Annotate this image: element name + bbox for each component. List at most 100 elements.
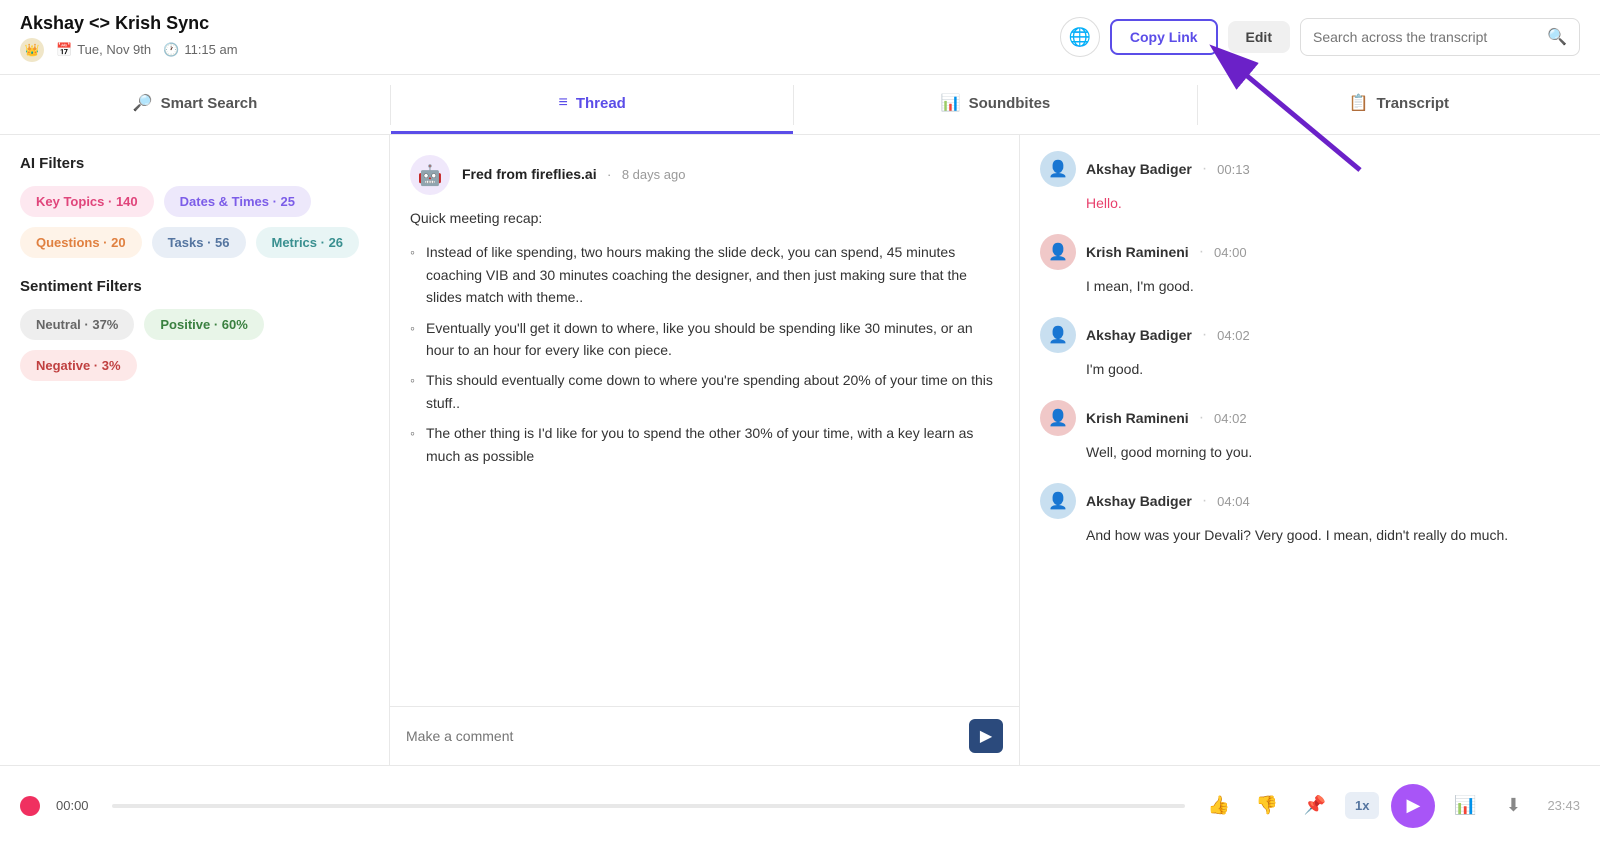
filter-chip-tasks[interactable]: Tasks · 56 — [152, 227, 246, 258]
transcript-time-0: 00:13 — [1217, 162, 1250, 177]
tab-thread[interactable]: ≡ Thread — [391, 75, 793, 134]
ai-filters-title: AI Filters — [20, 155, 369, 172]
transcript-panel: 👤 Akshay Badiger · 00:13 Hello. 👤 Krish … — [1020, 135, 1600, 765]
download-button[interactable]: ⬇ — [1495, 788, 1531, 824]
thumbs-down-button[interactable]: 👎 — [1249, 788, 1285, 824]
transcript-time-4: 04:04 — [1217, 494, 1250, 509]
thumbs-up-button[interactable]: 👍 — [1201, 788, 1237, 824]
time-start: 00:00 — [56, 798, 96, 813]
edit-button[interactable]: Edit — [1228, 21, 1290, 53]
transcript-header-1: 👤 Krish Ramineni · 04:00 — [1040, 234, 1580, 270]
left-panel: AI Filters Key Topics · 140 Dates & Time… — [0, 135, 390, 765]
speed-button[interactable]: 1x — [1345, 792, 1379, 819]
message-author-block: Fred from fireflies.ai · 8 days ago — [462, 166, 685, 184]
time-label: 11:15 am — [184, 42, 237, 57]
main-content: AI Filters Key Topics · 140 Dates & Time… — [0, 135, 1600, 765]
play-button[interactable]: ▶ — [1391, 784, 1435, 828]
sentiment-chip-neutral[interactable]: Neutral · 37% — [20, 309, 134, 340]
transcript-header-2: 👤 Akshay Badiger · 04:02 — [1040, 317, 1580, 353]
comment-bar: ▶ — [390, 706, 1019, 765]
header-right: 🌐 Copy Link Edit 🔍 — [1060, 17, 1580, 57]
transcript-icon: 📋 — [1349, 93, 1369, 113]
filter-chip-dates-times[interactable]: Dates & Times · 25 — [164, 186, 311, 217]
transcript-name-0: Akshay Badiger — [1086, 161, 1192, 177]
transcript-entry-3: 👤 Krish Ramineni · 04:02 Well, good morn… — [1040, 400, 1580, 463]
transcript-entry-0: 👤 Akshay Badiger · 00:13 Hello. — [1040, 151, 1580, 214]
thread-icon: ≡ — [558, 94, 567, 112]
transcript-avatar-1: 👤 — [1040, 234, 1076, 270]
transcript-text-4: And how was your Devali? Very good. I me… — [1040, 525, 1580, 546]
message-author: Fred from fireflies.ai — [462, 166, 597, 182]
transcript-name-3: Krish Ramineni — [1086, 410, 1189, 426]
header-left: Akshay <> Krish Sync 👑 📅 Tue, Nov 9th 🕐 … — [20, 13, 238, 62]
transcript-name-4: Akshay Badiger — [1086, 493, 1192, 509]
message-time-ago: 8 days ago — [622, 167, 686, 182]
bullet-1: Instead of like spending, two hours maki… — [410, 237, 999, 312]
transcript-time-2: 04:02 — [1217, 328, 1250, 343]
ai-filter-chips: Key Topics · 140 Dates & Times · 25 Ques… — [20, 186, 369, 258]
transcript-time-3: 04:02 — [1214, 411, 1247, 426]
copy-link-button[interactable]: Copy Link — [1110, 19, 1218, 55]
tab-thread-label: Thread — [576, 95, 626, 112]
bullet-3: This should eventually come down to wher… — [410, 365, 999, 418]
tab-soundbites[interactable]: 📊 Soundbites — [794, 75, 1196, 134]
message-intro: Quick meeting recap: — [410, 207, 999, 229]
filter-chip-key-topics[interactable]: Key Topics · 140 — [20, 186, 154, 217]
waveform-button[interactable]: 📊 — [1447, 788, 1483, 824]
transcript-header-0: 👤 Akshay Badiger · 00:13 — [1040, 151, 1580, 187]
transcript-time-1: 04:00 — [1214, 245, 1247, 260]
sentiment-title: Sentiment Filters — [20, 278, 369, 295]
tab-transcript[interactable]: 📋 Transcript — [1198, 75, 1600, 134]
bullet-4: The other thing is I'd like for you to s… — [410, 418, 999, 471]
time-item: 🕐 11:15 am — [163, 42, 237, 58]
transcript-entry-1: 👤 Krish Ramineni · 04:00 I mean, I'm goo… — [1040, 234, 1580, 297]
recording-indicator — [20, 796, 40, 816]
date-item: 📅 Tue, Nov 9th — [56, 42, 151, 58]
time-end: 23:43 — [1547, 798, 1580, 813]
soundbites-icon: 📊 — [941, 93, 961, 113]
progress-bar[interactable] — [112, 804, 1185, 808]
player-controls: 👍 👎 📌 1x ▶ 📊 ⬇ — [1201, 784, 1531, 828]
transcript-text-2: I'm good. — [1040, 359, 1580, 380]
date-label: Tue, Nov 9th — [77, 42, 151, 57]
user-avatar: 👑 — [20, 38, 44, 62]
tab-bar: 🔎 Smart Search ≡ Thread 📊 Soundbites 📋 T… — [0, 75, 1600, 135]
search-icon: 🔍 — [1547, 27, 1567, 47]
tab-soundbites-label: Soundbites — [969, 95, 1051, 112]
search-input[interactable] — [1313, 29, 1539, 45]
sentiment-chip-negative[interactable]: Negative · 3% — [20, 350, 137, 381]
tab-smart-search[interactable]: 🔎 Smart Search — [0, 75, 390, 134]
sentiment-section: Sentiment Filters Neutral · 37% Positive… — [20, 278, 369, 381]
message-time: · — [607, 167, 611, 182]
pin-button[interactable]: 📌 — [1297, 788, 1333, 824]
filter-chip-metrics[interactable]: Metrics · 26 — [256, 227, 360, 258]
filter-chip-questions[interactable]: Questions · 20 — [20, 227, 142, 258]
progress-area[interactable] — [112, 804, 1185, 808]
thread-content: 🤖 Fred from fireflies.ai · 8 days ago Qu… — [390, 135, 1019, 706]
transcript-name-1: Krish Ramineni — [1086, 244, 1189, 260]
tab-smart-search-label: Smart Search — [161, 95, 258, 112]
search-box[interactable]: 🔍 — [1300, 18, 1580, 56]
transcript-avatar-0: 👤 — [1040, 151, 1076, 187]
bullet-2: Eventually you'll get it down to where, … — [410, 313, 999, 366]
transcript-entry-4: 👤 Akshay Badiger · 04:04 And how was you… — [1040, 483, 1580, 546]
globe-button[interactable]: 🌐 — [1060, 17, 1100, 57]
transcript-header-3: 👤 Krish Ramineni · 04:02 — [1040, 400, 1580, 436]
send-button[interactable]: ▶ — [969, 719, 1003, 753]
message-body: Quick meeting recap: Instead of like spe… — [410, 207, 999, 471]
transcript-text-1: I mean, I'm good. — [1040, 276, 1580, 297]
sentiment-chip-positive[interactable]: Positive · 60% — [144, 309, 263, 340]
header-meta: 👑 📅 Tue, Nov 9th 🕐 11:15 am — [20, 38, 238, 62]
smart-search-icon: 🔎 — [133, 93, 153, 113]
transcript-header-4: 👤 Akshay Badiger · 04:04 — [1040, 483, 1580, 519]
calendar-icon: 📅 — [56, 42, 72, 58]
transcript-avatar-4: 👤 — [1040, 483, 1076, 519]
transcript-text-3: Well, good morning to you. — [1040, 442, 1580, 463]
transcript-avatar-3: 👤 — [1040, 400, 1076, 436]
sentiment-chips: Neutral · 37% Positive · 60% Negative · … — [20, 309, 369, 381]
tab-transcript-label: Transcript — [1377, 95, 1450, 112]
transcript-avatar-2: 👤 — [1040, 317, 1076, 353]
thread-panel: 🤖 Fred from fireflies.ai · 8 days ago Qu… — [390, 135, 1020, 765]
comment-input[interactable] — [406, 728, 969, 744]
bot-avatar: 🤖 — [410, 155, 450, 195]
